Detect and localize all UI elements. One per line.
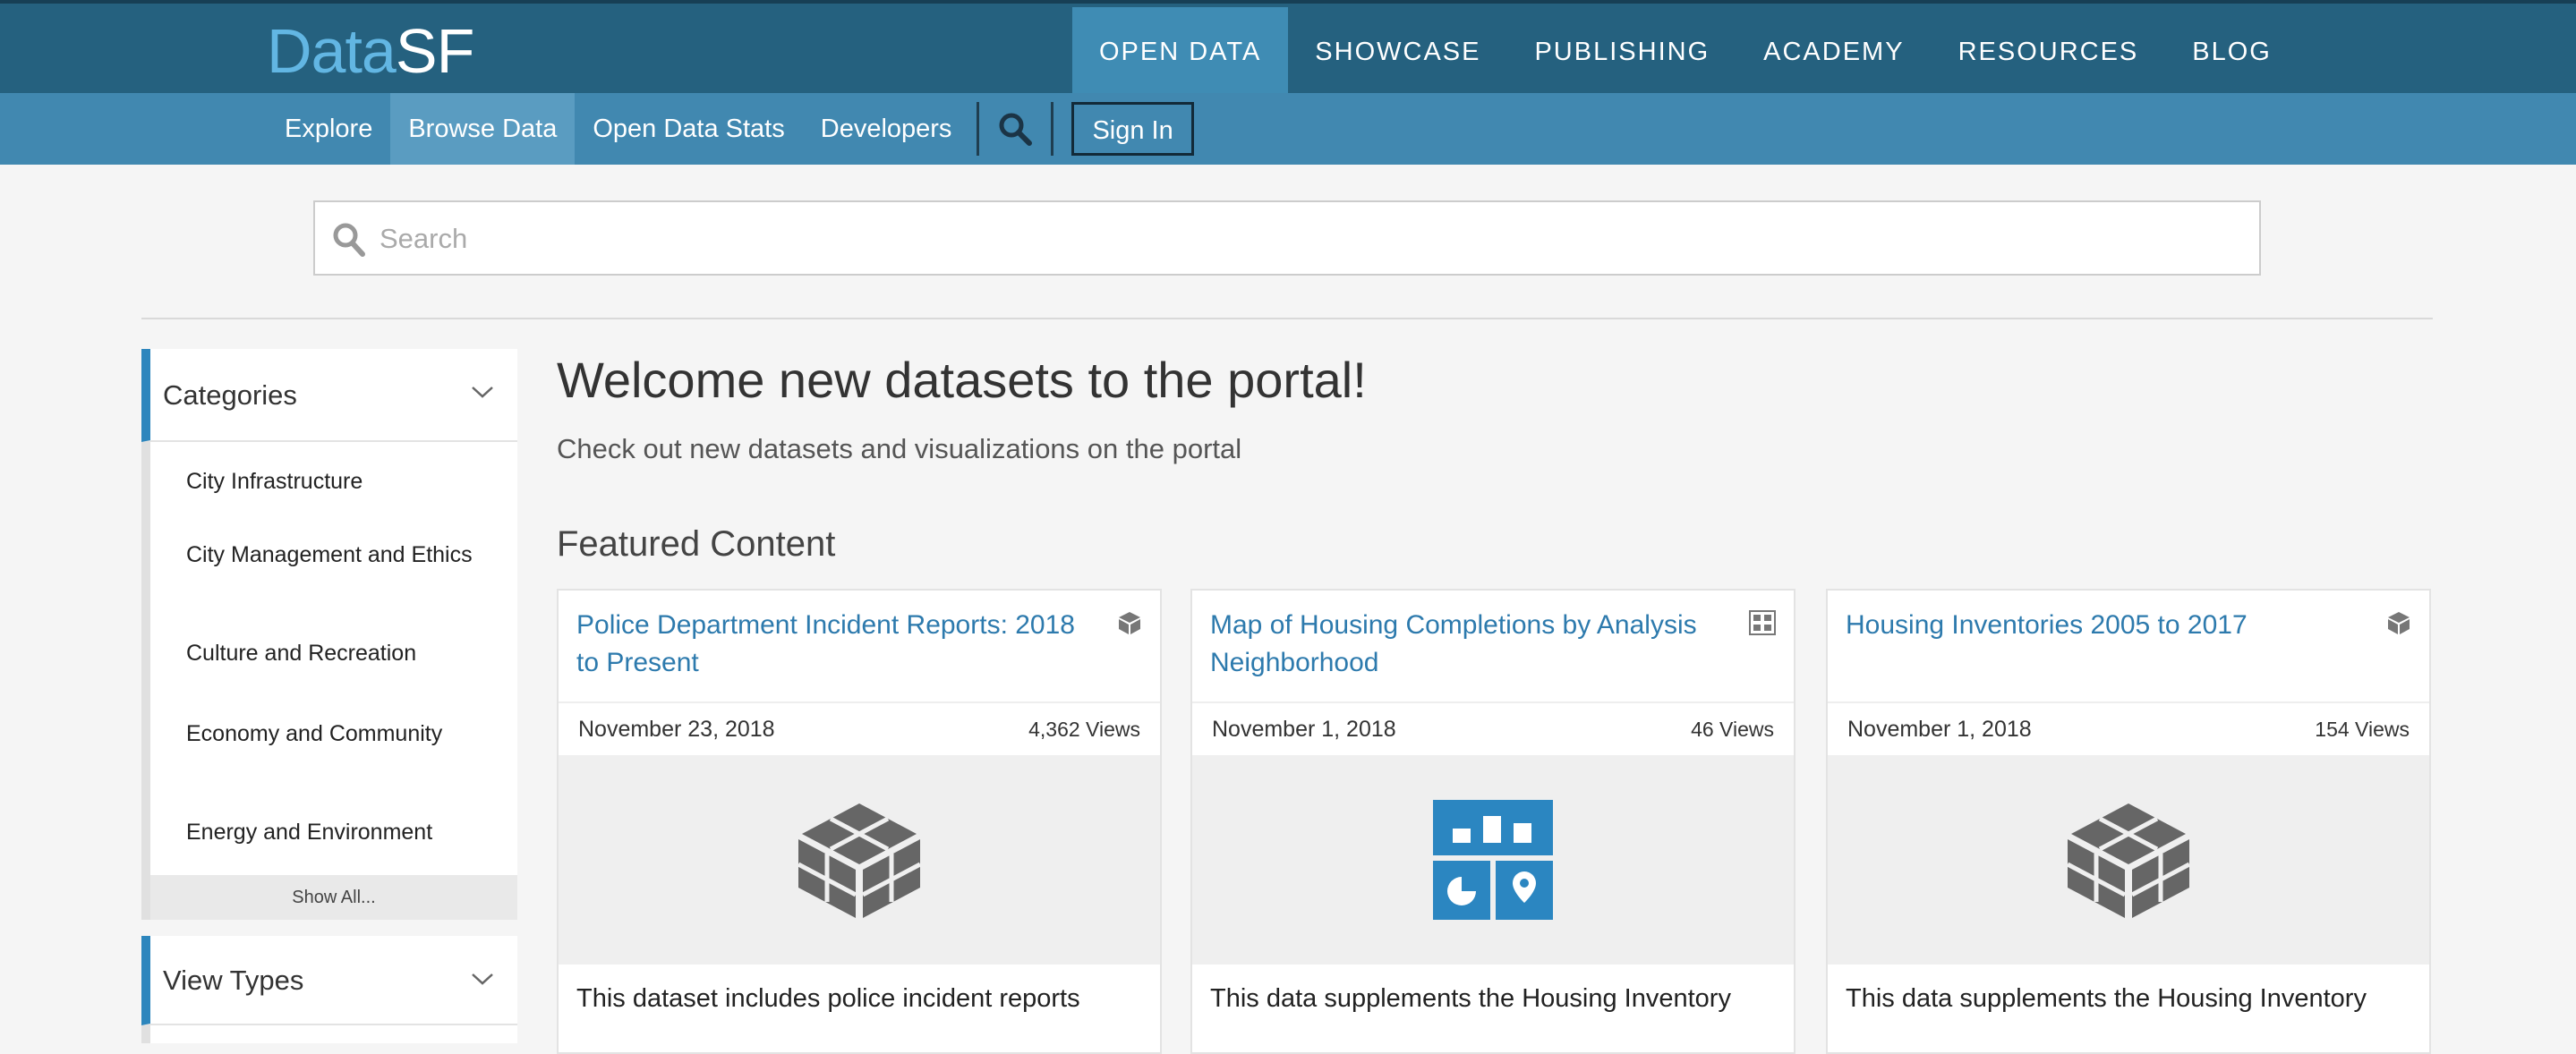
categories-title: Categories xyxy=(163,379,297,411)
subnav-explore[interactable]: Explore xyxy=(267,93,390,165)
show-all-categories-link[interactable]: Show All... xyxy=(150,875,517,920)
card-views: 4,362 Views xyxy=(1028,718,1140,741)
card-description: This data supplements the Housing Invent… xyxy=(1210,984,1731,1013)
category-item[interactable]: Energy and Environment xyxy=(150,798,517,875)
nav-publishing[interactable]: PUBLISHING xyxy=(1507,7,1736,97)
card-title-link[interactable]: Housing Inventories 2005 to 2017 xyxy=(1846,607,2347,644)
card-description: This dataset includes police incident re… xyxy=(576,984,1080,1013)
nav-open-data[interactable]: OPEN DATA xyxy=(1072,7,1289,97)
card-date: November 23, 2018 xyxy=(578,717,775,742)
featured-content-heading: Featured Content xyxy=(557,524,836,564)
main-nav: OPEN DATA SHOWCASE PUBLISHING ACADEMY RE… xyxy=(1072,7,2299,97)
categories-header[interactable]: Categories xyxy=(141,349,517,442)
category-item[interactable]: City Infrastructure xyxy=(150,442,517,510)
card-description: This data supplements the Housing Invent… xyxy=(1846,984,2367,1013)
divider xyxy=(141,318,2433,319)
nav-showcase[interactable]: SHOWCASE xyxy=(1288,7,1507,97)
featured-card[interactable]: Police Department Incident Reports: 2018… xyxy=(557,589,1162,1054)
chevron-down-icon xyxy=(472,973,493,985)
categories-list: City Infrastructure City Management and … xyxy=(141,442,517,920)
dataset-icon xyxy=(797,803,922,918)
search-icon xyxy=(333,223,365,257)
subnav-open-data-stats[interactable]: Open Data Stats xyxy=(575,93,802,165)
sign-in-button[interactable]: Sign In xyxy=(1071,102,1194,156)
subnav-browse-data[interactable]: Browse Data xyxy=(390,93,576,165)
card-meta: November 23, 2018 4,362 Views xyxy=(559,701,1160,755)
view-types-title: View Types xyxy=(163,965,304,996)
card-views: 154 Views xyxy=(2315,718,2410,741)
nav-academy[interactable]: ACADEMY xyxy=(1736,7,1931,97)
search-icon xyxy=(999,113,1033,146)
featured-card[interactable]: Housing Inventories 2005 to 2017 Novembe… xyxy=(1826,589,2431,1054)
sidebar: Categories City Infrastructure City Mana… xyxy=(141,349,517,1043)
page-title: Welcome new datasets to the portal! xyxy=(557,352,1367,408)
card-image xyxy=(1192,755,1794,965)
page-subtitle: Check out new datasets and visualization… xyxy=(557,433,1242,464)
top-navigation-bar: DataSF OPEN DATA SHOWCASE PUBLISHING ACA… xyxy=(0,0,2576,97)
view-types-header[interactable]: View Types xyxy=(141,936,517,1025)
sub-navigation-bar: Explore Browse Data Open Data Stats Deve… xyxy=(0,93,2576,165)
nav-resources[interactable]: RESOURCES xyxy=(1932,7,2166,97)
card-date: November 1, 2018 xyxy=(1847,717,2032,742)
card-title-link[interactable]: Police Department Incident Reports: 2018… xyxy=(576,607,1078,682)
catalog-search xyxy=(313,200,2261,276)
card-date: November 1, 2018 xyxy=(1212,717,1396,742)
dataset-icon xyxy=(2388,612,2410,634)
dataset-icon xyxy=(2066,803,2191,918)
card-meta: November 1, 2018 46 Views xyxy=(1192,701,1794,755)
subnav-developers[interactable]: Developers xyxy=(803,93,970,165)
datasf-logo[interactable]: DataSF xyxy=(267,11,474,91)
view-types-list xyxy=(141,1025,517,1043)
nav-divider xyxy=(1051,102,1054,156)
chevron-down-icon xyxy=(472,387,493,398)
card-meta: November 1, 2018 154 Views xyxy=(1828,701,2429,755)
nav-blog[interactable]: BLOG xyxy=(2165,7,2299,97)
category-item[interactable]: Culture and Recreation xyxy=(150,619,517,693)
dataset-icon xyxy=(1119,612,1140,634)
card-image xyxy=(1828,755,2429,965)
featured-card[interactable]: Map of Housing Completions by Analysis N… xyxy=(1190,589,1796,1054)
card-image xyxy=(559,755,1160,965)
category-item[interactable]: City Management and Ethics xyxy=(150,510,517,619)
visualization-icon xyxy=(1749,610,1776,635)
visualization-icon xyxy=(1433,800,1553,920)
sub-nav: Explore Browse Data Open Data Stats Deve… xyxy=(267,93,1194,165)
header-search-button[interactable] xyxy=(986,93,1044,165)
card-views: 46 Views xyxy=(1691,718,1774,741)
nav-divider xyxy=(977,102,980,156)
search-input[interactable] xyxy=(378,202,2243,276)
category-item[interactable]: Economy and Community xyxy=(150,693,517,798)
card-title-link[interactable]: Map of Housing Completions by Analysis N… xyxy=(1210,607,1711,682)
